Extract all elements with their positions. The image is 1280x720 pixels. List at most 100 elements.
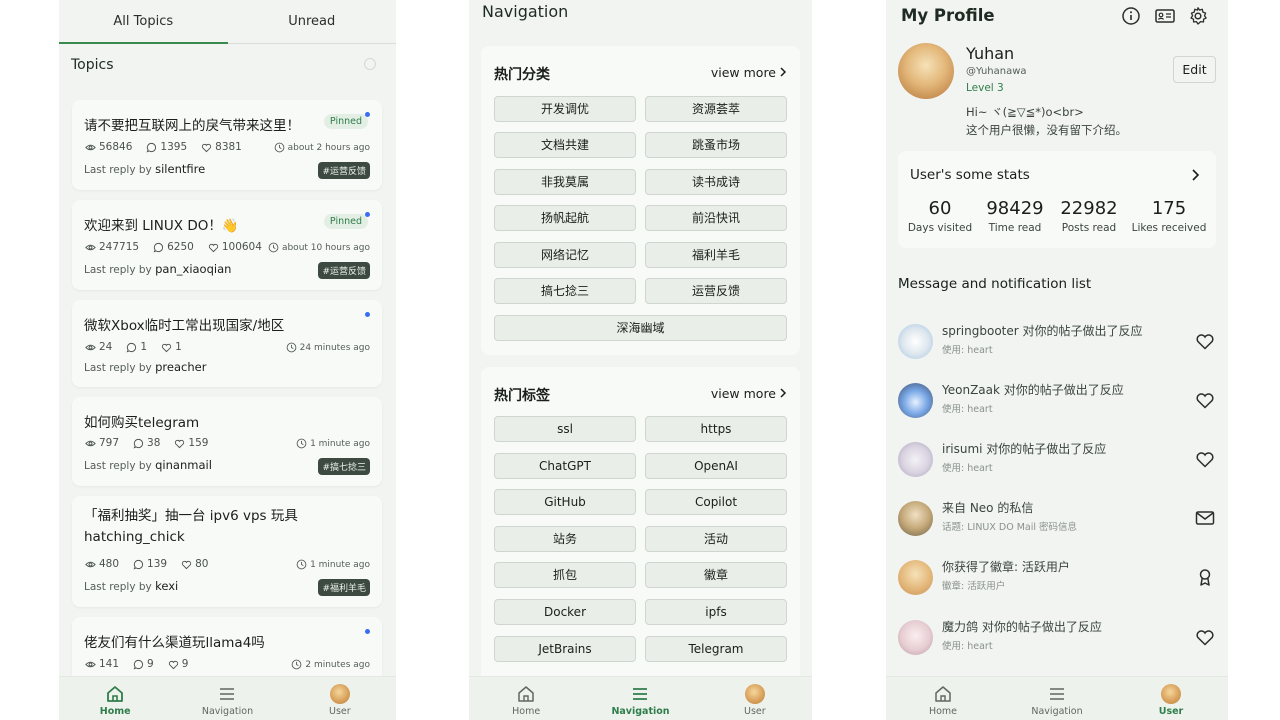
tag-button[interactable]: Copilot — [645, 489, 787, 515]
last-reply-user[interactable]: qinanmail — [155, 458, 212, 472]
chevron-right-icon[interactable] — [778, 387, 788, 399]
nav-home-label: Home — [512, 706, 541, 717]
tag-button[interactable]: ipfs — [645, 599, 787, 625]
edit-profile-button[interactable]: Edit — [1173, 56, 1216, 83]
home-icon — [107, 686, 124, 702]
clock-icon — [296, 438, 307, 449]
tag-button[interactable]: 站务 — [494, 526, 636, 552]
notification-item[interactable]: irisumi 对你的帖子做出了反应 使用: heart — [898, 440, 1216, 480]
notification-item[interactable]: 你获得了徽章: 活跃用户 徽章: 活跃用户 — [898, 558, 1216, 598]
notification-item[interactable]: 魔力鸽 对你的帖子做出了反应 使用: heart — [898, 618, 1216, 658]
topic-title[interactable]: 「福利抽奖」抽一台 ipv6 vps 玩具 hatching_chick — [84, 506, 334, 548]
tab-all-topics[interactable]: All Topics — [59, 0, 228, 44]
likes-count: 80 — [195, 558, 209, 570]
page-title: Navigation — [482, 2, 569, 21]
time-text: about 2 hours ago — [287, 142, 370, 153]
category-button[interactable]: 读书成诗 — [645, 169, 787, 195]
heart-icon — [208, 243, 218, 252]
notification-item[interactable]: YeonZaak 对你的帖子做出了反应 使用: heart — [898, 381, 1216, 421]
topic-title[interactable]: 如何购买telegram — [84, 411, 199, 431]
tag-button[interactable]: 抓包 — [494, 562, 636, 588]
category-button[interactable]: 运营反馈 — [645, 278, 787, 304]
pinned-badge: Pinned — [323, 114, 368, 129]
tag-button[interactable]: GitHub — [494, 489, 636, 515]
category-button[interactable]: 前沿快讯 — [645, 205, 787, 231]
topic-time: about 2 hours ago — [274, 142, 370, 153]
gear-icon[interactable] — [1188, 6, 1208, 26]
topic-title[interactable]: 微软Xbox临时工常出现国家/地区 — [84, 314, 284, 334]
topic-card[interactable]: 欢迎来到 LINUX DO！👋 Pinned 247715 6250 10060… — [72, 200, 382, 290]
nav-home[interactable]: Home — [469, 677, 583, 720]
notification-item[interactable]: 来自 Neo 的私信 话题: LINUX DO Mail 密码信息 — [898, 499, 1216, 539]
category-button[interactable]: 扬帆起航 — [494, 205, 636, 231]
topic-card[interactable]: 微软Xbox临时工常出现国家/地区 24 1 1 24 minutes ago … — [72, 300, 382, 387]
chevron-right-icon[interactable] — [1190, 168, 1200, 182]
tag-button[interactable]: OpenAI — [645, 453, 787, 479]
categories-view-more[interactable]: view more — [711, 65, 776, 80]
last-reply-user[interactable]: pan_xiaoqian — [155, 262, 231, 276]
clock-icon — [292, 659, 302, 670]
user-stats-card[interactable]: User's some stats 60 Days visited 98429 Ti… — [898, 151, 1216, 248]
nav-user[interactable]: User — [284, 677, 396, 720]
last-reply-user[interactable]: kexi — [155, 579, 178, 593]
tag-button[interactable]: ssl — [494, 416, 636, 442]
nav-navigation[interactable]: Navigation — [171, 677, 283, 720]
category-button[interactable]: 文档共建 — [494, 132, 636, 158]
tag-button[interactable]: JetBrains — [494, 636, 636, 662]
topic-title[interactable]: 请不要把互联网上的戾气带来这里！ — [84, 114, 300, 134]
tag-button[interactable]: 徽章 — [645, 562, 787, 588]
category-badge[interactable]: #福利羊毛 — [318, 579, 370, 596]
avatar[interactable] — [898, 43, 954, 99]
messages-heading: Message and notification list — [898, 276, 1092, 292]
tab-unread[interactable]: Unread — [228, 0, 397, 43]
nav-home[interactable]: Home — [59, 677, 171, 720]
info-icon[interactable] — [1121, 6, 1141, 26]
tag-button[interactable]: https — [645, 416, 787, 442]
tags-view-more[interactable]: view more — [711, 386, 776, 401]
views-count: 247715 — [99, 241, 140, 253]
tag-button[interactable]: Telegram — [645, 636, 787, 662]
tag-button[interactable]: 活动 — [645, 526, 787, 552]
hot-tags-heading: 热门标签 — [494, 388, 550, 404]
category-badge[interactable]: #运营反馈 — [318, 162, 370, 179]
category-button[interactable]: 开发调优 — [494, 96, 636, 122]
nav-user[interactable]: User — [698, 677, 812, 720]
last-reply-prefix: Last reply by — [84, 362, 152, 374]
topic-time: 1 minute ago — [296, 559, 370, 570]
time-text: 2 minutes ago — [305, 659, 370, 670]
topic-title[interactable]: 佬友们有什么渠道玩llama4吗 — [84, 631, 265, 651]
bottom-nav: Home Navigation User — [469, 676, 812, 720]
topic-title[interactable]: 欢迎来到 LINUX DO！👋 — [84, 214, 239, 234]
nav-navigation[interactable]: Navigation — [583, 677, 697, 720]
topic-stats: 247715 6250 100604 — [85, 241, 262, 253]
time-text: 1 minute ago — [310, 438, 370, 449]
id-card-icon[interactable] — [1154, 6, 1176, 26]
last-reply-user[interactable]: preacher — [155, 360, 206, 374]
menu-icon — [220, 688, 235, 700]
nav-home[interactable]: Home — [886, 677, 1000, 720]
last-reply: Last reply by qinanmail — [84, 458, 212, 472]
category-badge[interactable]: #运营反馈 — [318, 262, 370, 279]
category-button[interactable]: 网络记忆 — [494, 242, 636, 268]
topic-card[interactable]: 请不要把互联网上的戾气带来这里！ Pinned 56846 1395 8381 … — [72, 100, 382, 190]
tag-button[interactable]: Docker — [494, 599, 636, 625]
category-button[interactable]: 资源荟萃 — [645, 96, 787, 122]
last-reply-user[interactable]: silentfire — [155, 162, 205, 176]
last-reply-prefix: Last reply by — [84, 581, 152, 593]
category-button[interactable]: 跳蚤市场 — [645, 132, 787, 158]
topic-card[interactable]: 如何购买telegram 797 38 159 1 minute ago Las… — [72, 397, 382, 486]
nav-user[interactable]: User — [1114, 677, 1228, 720]
category-badge[interactable]: #搞七捻三 — [318, 458, 370, 475]
tag-button[interactable]: ChatGPT — [494, 453, 636, 479]
category-button[interactable]: 搞七捻三 — [494, 278, 636, 304]
replies-count: 38 — [147, 437, 161, 449]
category-button[interactable]: 福利羊毛 — [645, 242, 787, 268]
last-reply: Last reply by kexi — [84, 579, 178, 593]
notification-item[interactable]: springbooter 对你的帖子做出了反应 使用: heart — [898, 322, 1216, 362]
category-button[interactable]: 深海幽域 — [494, 315, 787, 341]
category-button[interactable]: 非我莫属 — [494, 169, 636, 195]
chevron-right-icon[interactable] — [778, 66, 788, 78]
eye-icon — [85, 144, 96, 150]
nav-navigation[interactable]: Navigation — [1000, 677, 1114, 720]
topic-card[interactable]: 「福利抽奖」抽一台 ipv6 vps 玩具 hatching_chick 480… — [72, 496, 382, 607]
